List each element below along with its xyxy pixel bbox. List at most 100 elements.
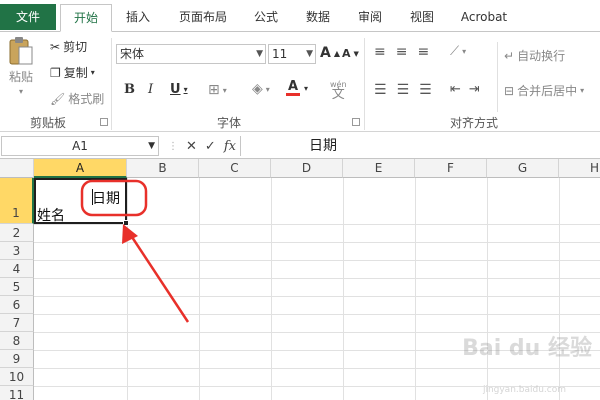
- font-launcher-icon[interactable]: [352, 118, 360, 126]
- insert-function-icon[interactable]: fx: [224, 139, 236, 154]
- alignment-group-label: 对齐方式: [450, 116, 499, 130]
- wrap-text-button[interactable]: ↵ 自动换行: [504, 47, 565, 64]
- align-center-icon[interactable]: ☰: [397, 82, 410, 98]
- row-header-1[interactable]: 1: [0, 178, 34, 224]
- fill-handle[interactable]: [123, 220, 129, 226]
- watermark-logo: Bai du 经验: [462, 336, 592, 361]
- cell-a1-bottom-text: 姓名: [37, 208, 65, 224]
- column-header-c[interactable]: C: [199, 159, 271, 178]
- gridline: [34, 368, 600, 369]
- shrink-font-icon: A: [342, 47, 351, 60]
- paste-label: 粘贴: [8, 70, 33, 84]
- gridline: [415, 178, 416, 400]
- paste-button[interactable]: 粘贴 ▾: [8, 36, 34, 96]
- row-header-3[interactable]: 3: [0, 242, 34, 260]
- row-header-7[interactable]: 7: [0, 314, 34, 332]
- column-header-b[interactable]: B: [127, 159, 199, 178]
- phonetic-button[interactable]: wén 文: [330, 80, 347, 102]
- grow-font-icon: A: [320, 45, 331, 61]
- clipboard-group-label: 剪贴板: [30, 116, 67, 130]
- brush-icon: 🖌: [50, 91, 66, 106]
- enter-icon[interactable]: ✓: [205, 139, 216, 154]
- shrink-font-button[interactable]: A ▼: [342, 47, 359, 60]
- tab-view[interactable]: 视图: [400, 4, 444, 32]
- cell-a1-top-text: 日期: [92, 191, 120, 207]
- italic-button[interactable]: I: [148, 82, 153, 97]
- cut-button[interactable]: ✂ 剪切: [50, 38, 87, 55]
- name-box[interactable]: A1 ▼: [1, 136, 159, 156]
- decrease-indent-icon[interactable]: ⇤: [450, 82, 461, 97]
- chevron-down-icon: ▾: [183, 85, 188, 94]
- group-divider: [111, 38, 112, 130]
- align-bottom-icon[interactable]: ≡: [417, 44, 429, 60]
- merge-center-button[interactable]: ⊟ 合并后居中 ▾: [504, 82, 584, 99]
- row-header-9[interactable]: 9: [0, 350, 34, 368]
- column-header-g[interactable]: G: [487, 159, 559, 178]
- row-header-8[interactable]: 8: [0, 332, 34, 350]
- group-divider: [364, 38, 365, 130]
- ribbon-tabs: 文件 开始 插入 页面布局 公式 数据 审阅 视图 Acrobat: [0, 0, 600, 32]
- gridline: [34, 296, 600, 297]
- chevron-down-icon: ▾: [580, 86, 585, 95]
- increase-indent-icon[interactable]: ⇥: [469, 82, 480, 97]
- drag-handle-icon[interactable]: ⋮: [168, 141, 178, 152]
- row-header-2[interactable]: 2: [0, 224, 34, 242]
- column-header-d[interactable]: D: [271, 159, 343, 178]
- horizontal-align-row: ☰ ☰ ☰: [374, 82, 432, 98]
- align-middle-icon[interactable]: ≡: [396, 44, 408, 60]
- column-header-a[interactable]: A: [34, 159, 127, 178]
- chevron-down-icon[interactable]: ▼: [148, 137, 155, 155]
- copy-button[interactable]: ❐ 复制 ▾: [50, 64, 95, 81]
- fill-color-button[interactable]: ◈ ▾: [252, 81, 270, 97]
- chevron-down-icon: ▾: [90, 68, 95, 77]
- align-top-icon[interactable]: ≡: [374, 44, 386, 60]
- wrap-text-icon: ↵: [504, 48, 515, 63]
- grow-font-button[interactable]: A ▲: [320, 45, 340, 61]
- gridline: [559, 178, 560, 400]
- tab-home[interactable]: 开始: [60, 4, 112, 32]
- ribbon: 粘贴 ▾ ✂ 剪切 ❐ 复制 ▾ 🖌 格式刷 剪贴板 宋体 ▼ 11 ▼ A ▲ …: [0, 31, 600, 132]
- formula-input[interactable]: 日期: [240, 136, 600, 156]
- align-right-icon[interactable]: ☰: [419, 82, 432, 98]
- tab-file[interactable]: 文件: [0, 4, 56, 30]
- align-left-icon[interactable]: ☰: [374, 82, 387, 98]
- worksheet-grid[interactable]: A B C D E F G H 1 2 3 4 5 6 7 8 9 10 11 …: [0, 159, 600, 400]
- indent-row: ⇤ ⇥: [450, 82, 480, 97]
- chevron-down-icon[interactable]: ▾: [304, 84, 308, 93]
- tab-data[interactable]: 数据: [296, 4, 340, 32]
- row-header-11[interactable]: 11: [0, 386, 34, 400]
- row-header-6[interactable]: 6: [0, 296, 34, 314]
- tab-page-layout[interactable]: 页面布局: [170, 4, 236, 32]
- underline-button[interactable]: U ▾: [170, 82, 188, 97]
- tab-formulas[interactable]: 公式: [244, 4, 288, 32]
- tab-insert[interactable]: 插入: [116, 4, 160, 32]
- formula-content: 日期: [309, 138, 337, 154]
- font-size-select[interactable]: 11 ▼: [268, 44, 316, 64]
- format-painter-button[interactable]: 🖌 格式刷: [50, 90, 104, 107]
- column-header-h[interactable]: H: [559, 159, 600, 178]
- paste-icon: [9, 37, 33, 65]
- tab-review[interactable]: 审阅: [348, 4, 392, 32]
- formula-buttons: ⋮ ✕ ✓ fx: [162, 136, 238, 156]
- tab-acrobat[interactable]: Acrobat: [452, 4, 516, 32]
- row-header-4[interactable]: 4: [0, 260, 34, 278]
- cancel-icon[interactable]: ✕: [186, 139, 197, 154]
- format-painter-label: 格式刷: [68, 92, 105, 106]
- column-header-f[interactable]: F: [415, 159, 487, 178]
- borders-button[interactable]: ⊞ ▾: [208, 82, 227, 98]
- select-all-corner[interactable]: [0, 159, 34, 178]
- bold-button[interactable]: B: [124, 82, 135, 97]
- orientation-button[interactable]: ⟋ ▾: [450, 44, 466, 59]
- phonetic-icon: 文: [331, 87, 345, 102]
- row-header-10[interactable]: 10: [0, 368, 34, 386]
- group-divider: [497, 42, 498, 112]
- font-name-select[interactable]: 宋体 ▼: [116, 44, 266, 64]
- clipboard-launcher-icon[interactable]: [100, 118, 108, 126]
- row-header-5[interactable]: 5: [0, 278, 34, 296]
- gridline: [343, 178, 344, 400]
- copy-label: 复制: [63, 66, 88, 80]
- chevron-down-icon: ▾: [265, 84, 270, 94]
- orientation-icon: ⟋: [450, 44, 460, 59]
- font-color-button[interactable]: A: [286, 80, 300, 96]
- column-header-e[interactable]: E: [343, 159, 415, 178]
